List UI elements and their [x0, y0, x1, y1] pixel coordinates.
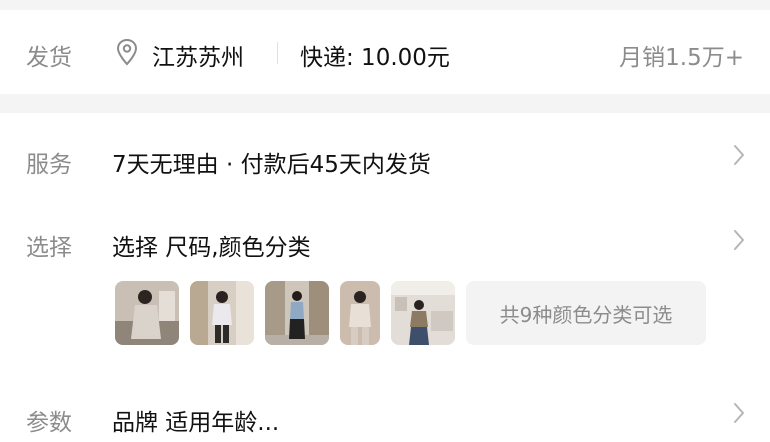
variant-thumbnail[interactable]: [115, 281, 179, 345]
select-label: 选择: [26, 235, 72, 261]
params-label: 参数: [26, 410, 72, 436]
variant-thumbnail[interactable]: [340, 281, 380, 345]
divider: [277, 42, 278, 64]
params-text: 品牌 适用年龄...: [112, 410, 280, 436]
more-variants-label: 共9种颜色分类可选: [499, 302, 673, 327]
shipping-card: 发货 江苏苏州 快递: 10.00元 月销1.5万+: [0, 10, 770, 94]
monthly-sales: 月销1.5万+: [619, 45, 744, 71]
express-fee: 快递: 10.00元: [300, 45, 450, 71]
more-variants-button[interactable]: 共9种颜色分类可选: [466, 281, 706, 345]
location-pin-icon: [116, 38, 138, 66]
variant-thumbnail[interactable]: [391, 281, 455, 345]
chevron-right-icon: [734, 403, 744, 423]
chevron-right-icon: [734, 145, 744, 165]
service-text: 7天无理由 · 付款后45天内发货: [112, 152, 431, 178]
variant-thumbnail[interactable]: [190, 281, 254, 345]
service-label: 服务: [26, 152, 72, 178]
variant-thumbnail[interactable]: [265, 281, 329, 345]
shipping-label: 发货: [26, 45, 72, 71]
details-card: 服务 7天无理由 · 付款后45天内发货 选择 选择 尺码,颜色分类 共9种颜色…: [0, 113, 770, 442]
ship-location: 江苏苏州: [152, 45, 244, 71]
select-text: 选择 尺码,颜色分类: [112, 235, 311, 261]
chevron-right-icon: [734, 230, 744, 250]
